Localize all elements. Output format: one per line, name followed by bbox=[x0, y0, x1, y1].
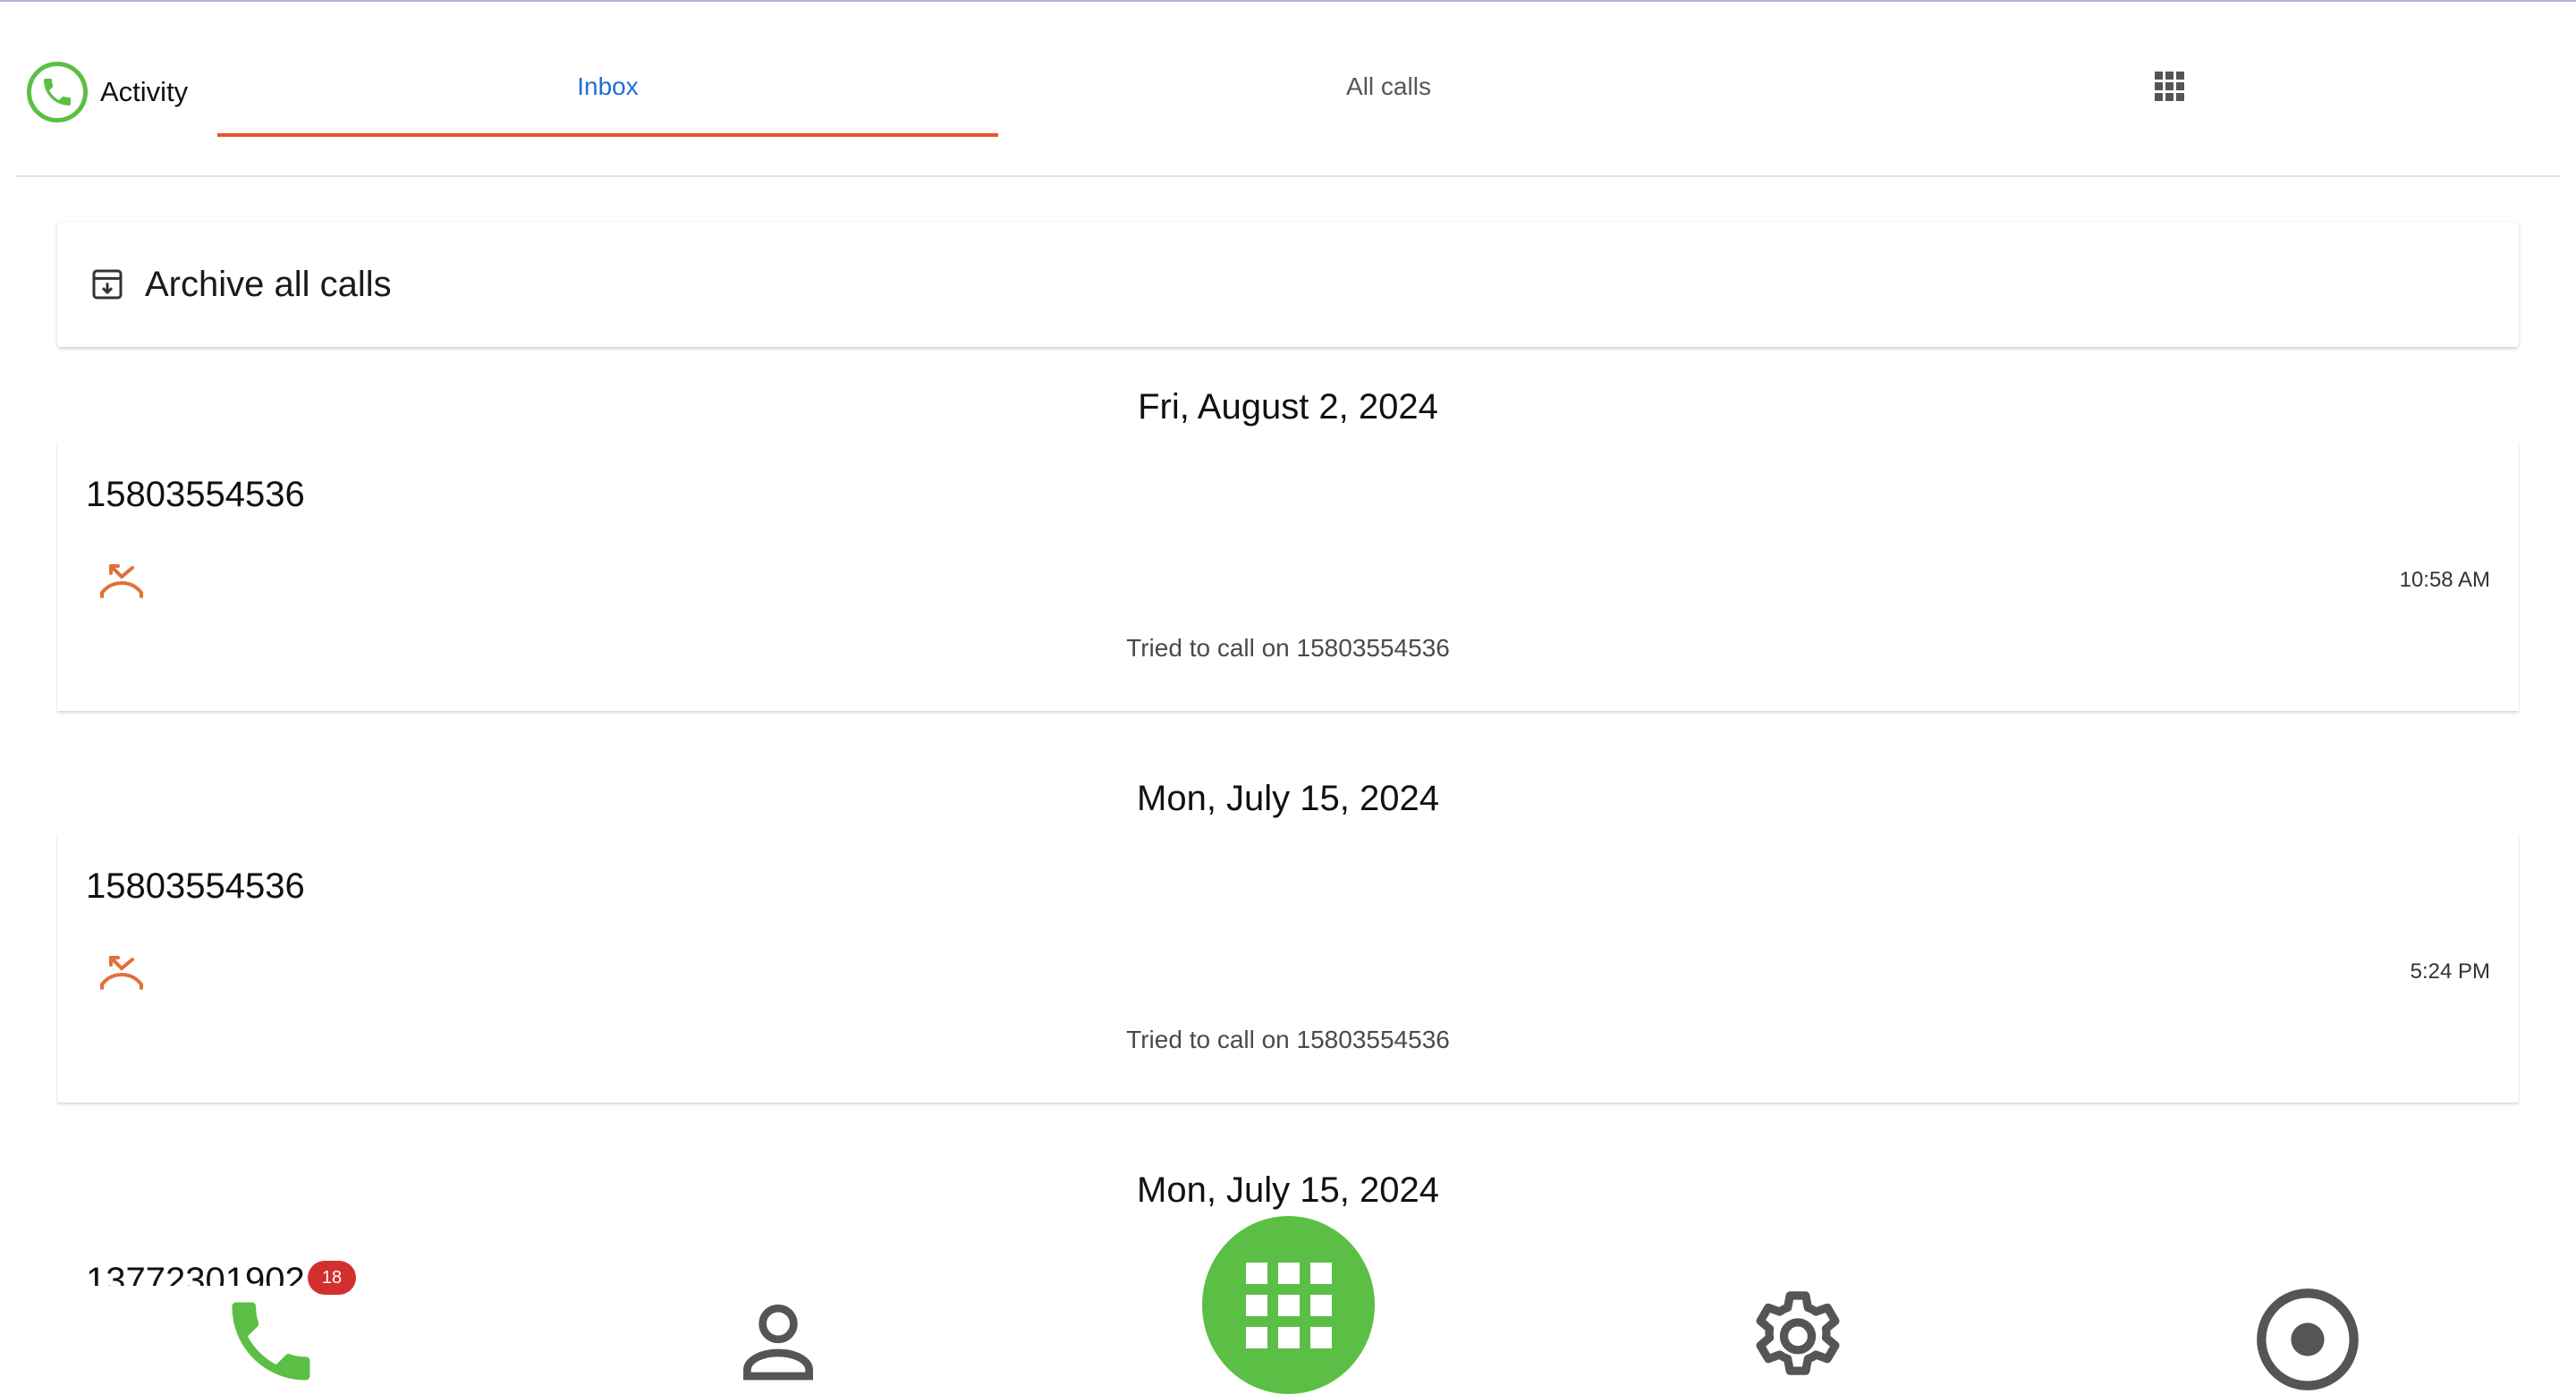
call-description: Tried to call on 15803554536 bbox=[1126, 1026, 1450, 1053]
date-header: Fri, August 2, 2024 bbox=[1138, 387, 1438, 427]
tab-grid[interactable] bbox=[1779, 38, 2560, 136]
archive-all-label: Archive all calls bbox=[145, 264, 392, 304]
call-time: 5:24 PM bbox=[2410, 959, 2490, 984]
nav-settings[interactable] bbox=[1742, 1284, 1853, 1394]
tab-inbox[interactable]: Inbox bbox=[217, 38, 998, 136]
phone-circle-icon bbox=[27, 62, 88, 123]
call-item[interactable]: 15803554536 10:58 AM Tried to call on 15… bbox=[57, 443, 2519, 711]
unread-badge: 18 bbox=[308, 1261, 356, 1295]
nav-calls[interactable] bbox=[215, 1289, 327, 1393]
gear-icon bbox=[1756, 1291, 1840, 1375]
archive-icon bbox=[92, 269, 123, 300]
activity-list[interactable]: Archive all calls Fri, August 2, 2024 15… bbox=[0, 177, 2576, 1241]
missed-call-icon bbox=[100, 564, 143, 598]
call-description: Tried to call on 15803554536 bbox=[1126, 634, 1450, 662]
call-item[interactable]: 15803554536 5:24 PM Tried to call on 158… bbox=[57, 834, 2519, 1103]
phone-icon bbox=[232, 1302, 310, 1381]
dialpad-button[interactable] bbox=[1202, 1216, 1375, 1394]
date-header: Mon, July 15, 2024 bbox=[1137, 779, 1439, 818]
missed-call-icon bbox=[100, 956, 143, 990]
dialpad-icon bbox=[1245, 1262, 1332, 1348]
nav-record[interactable] bbox=[2252, 1284, 2363, 1394]
record-icon bbox=[2257, 1288, 2359, 1390]
grid-icon bbox=[2154, 72, 2184, 101]
call-number: 15803554536 bbox=[86, 866, 305, 906]
page-title: Activity bbox=[100, 76, 189, 107]
app-root: Activity Inbox All calls Archive all cal… bbox=[0, 0, 2576, 1394]
person-icon bbox=[743, 1304, 813, 1381]
header: Activity Inbox All calls bbox=[0, 2, 2576, 177]
tab-all-calls[interactable]: All calls bbox=[998, 38, 1779, 136]
call-number: 15803554536 bbox=[86, 475, 305, 514]
tab-indicator bbox=[217, 133, 998, 137]
archive-all-button[interactable]: Archive all calls bbox=[57, 222, 2519, 347]
tab-all-calls-label: All calls bbox=[1346, 72, 1431, 100]
nav-contacts[interactable] bbox=[724, 1295, 832, 1388]
call-time: 10:58 AM bbox=[2399, 568, 2490, 592]
tab-inbox-label: Inbox bbox=[577, 72, 639, 100]
brand: Activity bbox=[27, 61, 188, 123]
date-header: Mon, July 15, 2024 bbox=[1137, 1170, 1439, 1210]
